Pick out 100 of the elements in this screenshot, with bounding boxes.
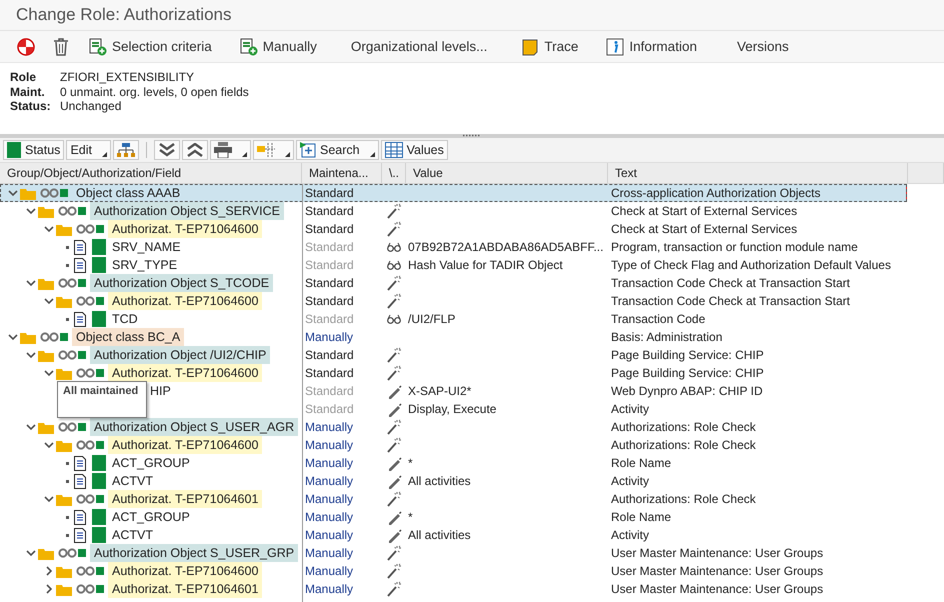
caret-icon xyxy=(102,152,107,157)
toolbar-button[interactable]: Trace xyxy=(518,36,582,58)
caret-icon xyxy=(370,152,375,157)
tree-node-label[interactable]: ACT_GROUP xyxy=(108,454,194,472)
chevron-down-icon[interactable] xyxy=(44,494,54,504)
chevron-right-icon[interactable] xyxy=(44,566,54,576)
chevron-down-icon[interactable] xyxy=(26,548,36,558)
toolbar-button[interactable]: Status xyxy=(3,140,64,160)
window-title: Change Role: Authorizations xyxy=(16,5,232,25)
pencil-icon xyxy=(386,402,402,416)
print-icon xyxy=(214,142,232,158)
tree-node-label[interactable]: Authorizat. T-EP71064600 xyxy=(108,364,262,382)
toolbar-button[interactable]: Values xyxy=(380,140,448,160)
list-add-icon xyxy=(240,38,258,56)
expand-all-button[interactable] xyxy=(154,140,180,160)
tree-node-label[interactable]: ACTVT xyxy=(108,526,157,544)
toolbar-button[interactable]: Organizational levels... xyxy=(348,37,490,56)
maintenance-status: Manually xyxy=(304,456,354,470)
status-icon xyxy=(92,311,106,327)
tree-node-label[interactable]: Authorization Object S_SERVICE xyxy=(90,202,284,220)
column-header[interactable]: Value xyxy=(413,166,443,180)
layout-button[interactable] xyxy=(252,140,294,160)
collapse-all-button[interactable] xyxy=(182,140,208,160)
toolbar-button[interactable]: Edit xyxy=(66,140,111,160)
chevron-down-icon[interactable] xyxy=(8,332,18,342)
toolbar-button[interactable]: Selection criteria xyxy=(86,36,215,58)
column-header[interactable]: Text xyxy=(615,166,638,180)
wand-icon xyxy=(387,545,401,561)
field-value: /UI2/FLP xyxy=(407,312,456,326)
tree-node-label[interactable]: Authorizat. T-EP71064600 xyxy=(108,292,262,310)
tree-node-label[interactable]: Authorizat. T-EP71064601 xyxy=(108,580,262,598)
chevron-down-icon[interactable] xyxy=(8,188,18,198)
description-text: Role Name xyxy=(610,456,672,470)
tree-node-label[interactable]: Object class BC_A xyxy=(72,328,184,346)
tree-node-label[interactable]: Authorizat. T-EP71064600 xyxy=(108,562,262,580)
maintenance-status: Standard xyxy=(304,294,355,308)
description-text: Activity xyxy=(610,402,650,416)
folder-icon xyxy=(56,294,72,308)
status-lights-icon xyxy=(40,332,70,342)
print-button[interactable] xyxy=(210,140,251,160)
status-icon xyxy=(92,239,106,255)
glasses-icon xyxy=(387,260,401,270)
description-text: Cross-application Authorization Objects xyxy=(610,186,822,200)
folder-icon xyxy=(56,564,72,578)
toolbar-button[interactable]: Manually xyxy=(236,36,320,58)
hierarchy-button[interactable] xyxy=(112,140,139,160)
folder-icon xyxy=(56,222,72,236)
column-header[interactable]: Maintena... xyxy=(309,166,368,180)
wand-icon xyxy=(387,563,401,579)
info-label: Maint. xyxy=(10,84,46,99)
values-icon xyxy=(384,142,403,158)
document-icon xyxy=(74,510,86,524)
hierarchy-icon xyxy=(116,143,135,157)
tree-node-label[interactable]: HIP xyxy=(146,382,175,400)
description-text: Page Building Service: CHIP xyxy=(610,348,765,362)
chevron-down-icon[interactable] xyxy=(44,440,54,450)
toolbar-button[interactable]: Search xyxy=(296,140,379,160)
tree-node-label[interactable]: Authorization Object S_USER_AGR xyxy=(90,418,298,436)
trace-icon xyxy=(521,38,540,56)
tree-node-label[interactable]: Authorization Object /UI2/CHIP xyxy=(90,346,270,364)
info-value: 0 unmaint. org. levels, 0 open fields xyxy=(60,84,250,99)
column-header[interactable]: \.. xyxy=(389,166,400,180)
tree-node-label[interactable]: Authorizat. T-EP71064601 xyxy=(108,490,262,508)
status-icon xyxy=(92,257,106,273)
maintenance-status: Standard xyxy=(304,402,355,416)
chevron-down-icon[interactable] xyxy=(26,206,36,216)
search-icon xyxy=(300,142,316,158)
maintenance-status: Manually xyxy=(304,528,354,542)
chevron-down-icon[interactable] xyxy=(26,422,36,432)
chevron-down-icon[interactable] xyxy=(44,224,54,234)
maintenance-status: Manually xyxy=(304,492,354,506)
chevron-down-icon[interactable] xyxy=(44,296,54,306)
toolbar-button[interactable]: Versions xyxy=(734,37,792,56)
splitter-grip-icon[interactable] xyxy=(462,134,482,137)
chevron-down-icon[interactable] xyxy=(26,350,36,360)
tree-node-label[interactable]: SRV_NAME xyxy=(108,238,185,256)
maintenance-status: Standard xyxy=(304,258,355,272)
maintenance-status: Standard xyxy=(304,276,355,290)
tree-node-label[interactable]: Authorization Object S_TCODE xyxy=(90,274,274,292)
status-lights-icon xyxy=(76,584,106,594)
tree-node-label[interactable]: SRV_TYPE xyxy=(108,256,182,274)
selected-row[interactable]: Object class AAAB Standard Cross-application Authorization Objects xyxy=(0,184,907,202)
status-icon xyxy=(92,527,106,543)
tree-node-label[interactable]: Authorizat. T-EP71064600 xyxy=(108,436,262,454)
info-label: Status: xyxy=(10,99,52,114)
chevron-down-icon[interactable] xyxy=(44,368,54,378)
glasses-icon xyxy=(387,242,401,252)
tree-node-label[interactable]: Object class AAAB xyxy=(72,184,184,202)
tree-node-label[interactable]: ACTVT xyxy=(108,472,157,490)
chevron-down-icon[interactable] xyxy=(26,278,36,288)
tree-node-label[interactable]: Authorization Object S_USER_GRP xyxy=(90,544,298,562)
tree-node-label[interactable]: TCD xyxy=(108,310,142,328)
status-lights-icon xyxy=(76,368,106,378)
toolbar-button[interactable]: Information xyxy=(603,36,700,58)
tree-node-label[interactable]: ACT_GROUP xyxy=(108,508,194,526)
column-header[interactable]: Group/Object/Authorization/Field xyxy=(7,166,182,180)
chevron-right-icon[interactable] xyxy=(44,584,54,594)
folder-icon xyxy=(56,492,72,506)
field-value: All activities xyxy=(407,474,471,488)
tree-node-label[interactable]: Authorizat. T-EP71064600 xyxy=(108,220,262,238)
